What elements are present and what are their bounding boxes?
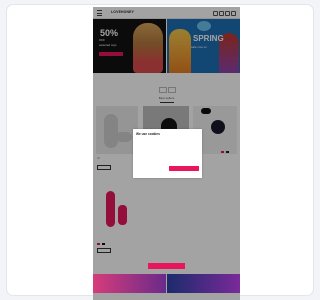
cookie-illustration [178, 139, 198, 157]
bottom-banner-right[interactable] [167, 274, 240, 293]
view-all-button[interactable] [148, 263, 185, 269]
cookie-consent-dialog: We use cookies [133, 129, 202, 178]
dialog-title: We use cookies [136, 132, 160, 136]
cookie-settings-button[interactable] [142, 167, 160, 171]
accept-cookies-button[interactable] [169, 166, 199, 171]
bottom-banner-left[interactable] [93, 274, 166, 293]
